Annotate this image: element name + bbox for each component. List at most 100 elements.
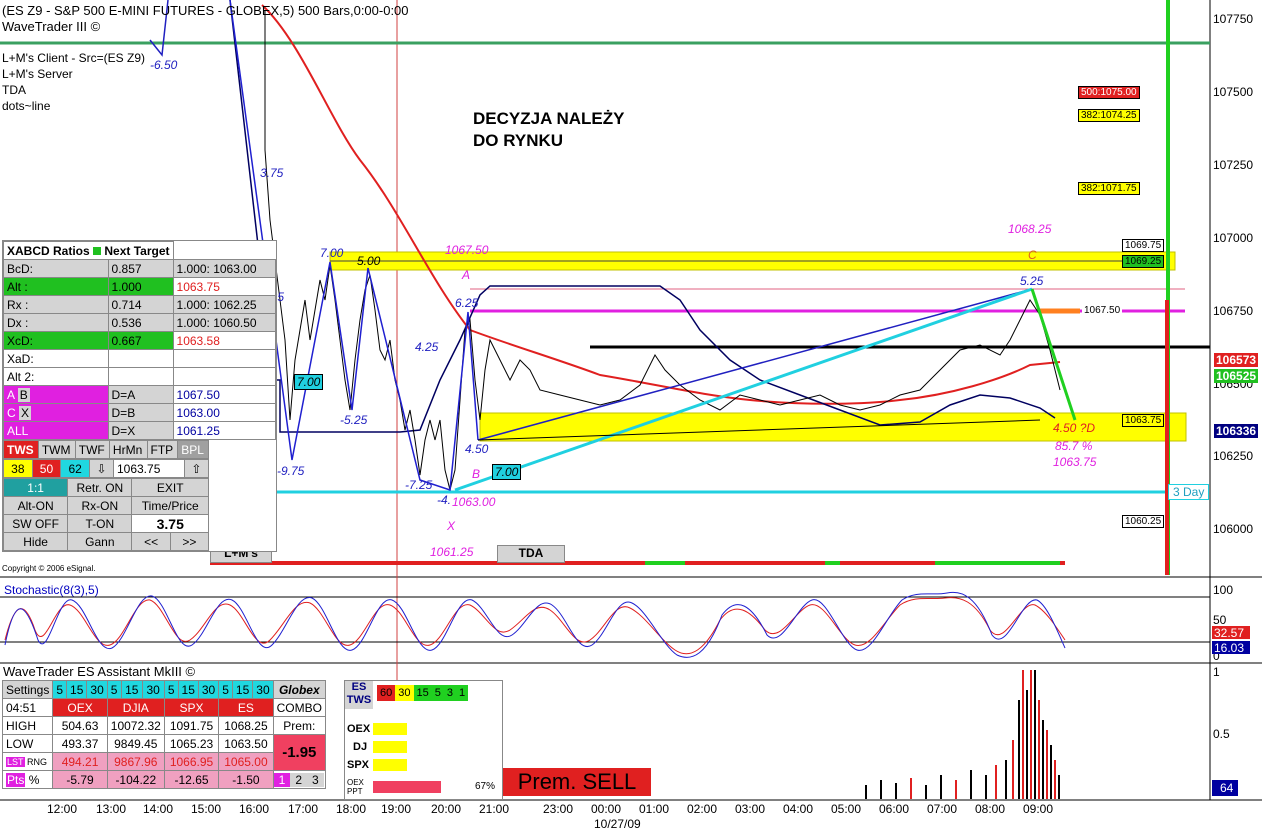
xabcd-table: XABCD Ratios Next Target BcD: 0.857 1.000:… <box>3 241 276 440</box>
signal-strip-green-3 <box>935 561 1060 565</box>
lst-spx: 1066.95 <box>163 752 220 771</box>
price-tick: 106250 <box>1213 449 1253 463</box>
xabcd-target: 1.000: 1060.50 <box>172 313 276 332</box>
col-oex: OEX <box>52 698 108 717</box>
wave-label: 1067.50 <box>445 243 489 257</box>
row-label-pts: Pts % <box>1 770 54 789</box>
exit-button[interactable]: EXIT <box>131 478 209 497</box>
settings-button[interactable]: Settings <box>1 680 54 699</box>
time-tick: 08:00 <box>975 802 1006 816</box>
lst-djia: 9867.96 <box>106 752 165 771</box>
time-price-button[interactable]: Time/Price <box>131 496 209 515</box>
header-line-dots: dots~line <box>2 99 51 113</box>
pts-es: -1.50 <box>218 770 274 789</box>
low-djia: 9849.45 <box>106 734 165 753</box>
period[interactable]: 15 <box>121 680 144 699</box>
time-tick: 16:00 <box>239 802 270 816</box>
xabcd-tabs: TWS TWM TWF HrMn FTP BPL <box>3 440 209 459</box>
t-on-button[interactable]: T-ON <box>67 514 133 533</box>
xabcd-key: XcD: <box>3 331 109 350</box>
globex-label: Globex <box>272 680 326 699</box>
prem-label: Prem: <box>272 716 326 735</box>
prev-button[interactable]: << <box>131 532 171 551</box>
header-line-server: L+M's Server <box>2 67 73 81</box>
target-eq: D=B <box>107 403 174 422</box>
period[interactable]: 30 <box>197 680 220 699</box>
target-val: 1063.00 <box>172 403 276 422</box>
xabcd-target: 1.000: 1063.00 <box>172 259 276 278</box>
rx-on-button[interactable]: Rx-ON <box>67 496 133 515</box>
signal-strip-green-2 <box>825 561 840 565</box>
period[interactable]: 15 <box>66 680 88 699</box>
gann-button[interactable]: Gann <box>67 532 133 551</box>
target-eq: D=X <box>107 421 174 440</box>
xabcd-key: Alt : <box>3 277 109 296</box>
period[interactable]: 30 <box>142 680 165 699</box>
xabcd-panel: XABCD Ratios Next Target BcD: 0.857 1.000:… <box>2 240 277 552</box>
time-tick: 05:00 <box>831 802 862 816</box>
volume-last: 64 <box>1220 781 1234 795</box>
wave-label-box: 7.00 <box>492 464 522 480</box>
period[interactable]: 15 <box>177 680 199 699</box>
high-spx: 1091.75 <box>163 716 220 735</box>
xabcd-controls: 1:1 Retr. ON EXIT Alt-ON Rx-ON Time/Pric… <box>2 478 210 551</box>
step-3[interactable]: 3 <box>307 772 324 787</box>
low-spx: 1065.23 <box>163 734 220 753</box>
tab-twf[interactable]: TWF <box>74 440 110 459</box>
sw-off-button[interactable]: SW OFF <box>2 514 69 533</box>
pts-spx: -12.65 <box>163 770 220 789</box>
period[interactable]: 30 <box>252 680 274 699</box>
price-box: 382:1071.75 <box>1078 182 1140 195</box>
target-toggle-c[interactable]: C X <box>3 403 109 422</box>
time-tick: 13:00 <box>96 802 127 816</box>
fib-38[interactable]: 38 <box>3 459 33 478</box>
xabcd-value <box>107 367 174 386</box>
mini-oex-bar <box>373 723 407 735</box>
period[interactable]: 15 <box>231 680 254 699</box>
fib-62[interactable]: 62 <box>60 459 90 478</box>
alt-on-button[interactable]: Alt-ON <box>2 496 69 515</box>
wave-label: -4. <box>437 493 452 507</box>
ratio-1-1-button[interactable]: 1:1 <box>2 478 69 497</box>
tws-numbers: 60 30 15 5 3 1 <box>377 685 469 701</box>
period[interactable]: 5 <box>52 680 68 699</box>
tab-tws[interactable]: TWS <box>3 440 39 459</box>
tab-hrmn[interactable]: HrMn <box>108 440 148 459</box>
assistant-panel: Settings 5 15 30 5 15 30 5 15 30 5 15 30 Globex … <box>1 680 326 789</box>
three-day-label: 3 Day <box>1168 484 1210 500</box>
retr-on-button[interactable]: Retr. ON <box>67 478 133 497</box>
period[interactable]: 5 <box>106 680 123 699</box>
wave-label: -6.50 <box>150 58 178 72</box>
step-1[interactable]: 1 <box>273 772 291 787</box>
xabcd-key: Dx : <box>3 313 109 332</box>
pts-djia: -104.22 <box>106 770 165 789</box>
wave-label: 7.00 <box>320 246 344 260</box>
period[interactable]: 5 <box>163 680 179 699</box>
stoch-red-line <box>4 597 1066 655</box>
tab-ftp[interactable]: FTP <box>146 440 179 459</box>
period[interactable]: 5 <box>218 680 233 699</box>
tda-button[interactable]: TDA <box>497 545 565 563</box>
period[interactable]: 30 <box>86 680 108 699</box>
target-toggle-a[interactable]: A B <box>3 385 109 404</box>
hide-button[interactable]: Hide <box>2 532 69 551</box>
tab-twm[interactable]: TWM <box>37 440 76 459</box>
tab-bpl[interactable]: BPL <box>177 440 209 459</box>
step-2[interactable]: 2 <box>290 772 308 787</box>
next-button[interactable]: >> <box>169 532 210 551</box>
wave-label: -7.25 <box>405 478 433 492</box>
assistant-title: WaveTrader ES Assistant MkIII © <box>3 664 196 679</box>
es-tws-panel: ES TWS 60 30 15 5 3 1 OEX DJ SPX OEX PPT… <box>344 680 503 800</box>
wave-point-x: X <box>447 519 456 533</box>
arrow-up-icon[interactable]: ⇧ <box>183 459 210 478</box>
fib-50[interactable]: 50 <box>31 459 62 478</box>
volume-tick: 1 <box>1213 665 1220 679</box>
high-es: 1068.25 <box>218 716 274 735</box>
row-label-lst: LST RNG <box>1 752 54 771</box>
wave-label: 85.7 % <box>1055 439 1093 453</box>
arrow-down-icon[interactable]: ⇩ <box>88 459 114 478</box>
wave-point-b: B <box>472 467 481 481</box>
row-label-high: HIGH <box>1 716 54 735</box>
col-es: ES <box>218 698 274 717</box>
target-toggle-all[interactable]: ALL <box>3 421 109 440</box>
